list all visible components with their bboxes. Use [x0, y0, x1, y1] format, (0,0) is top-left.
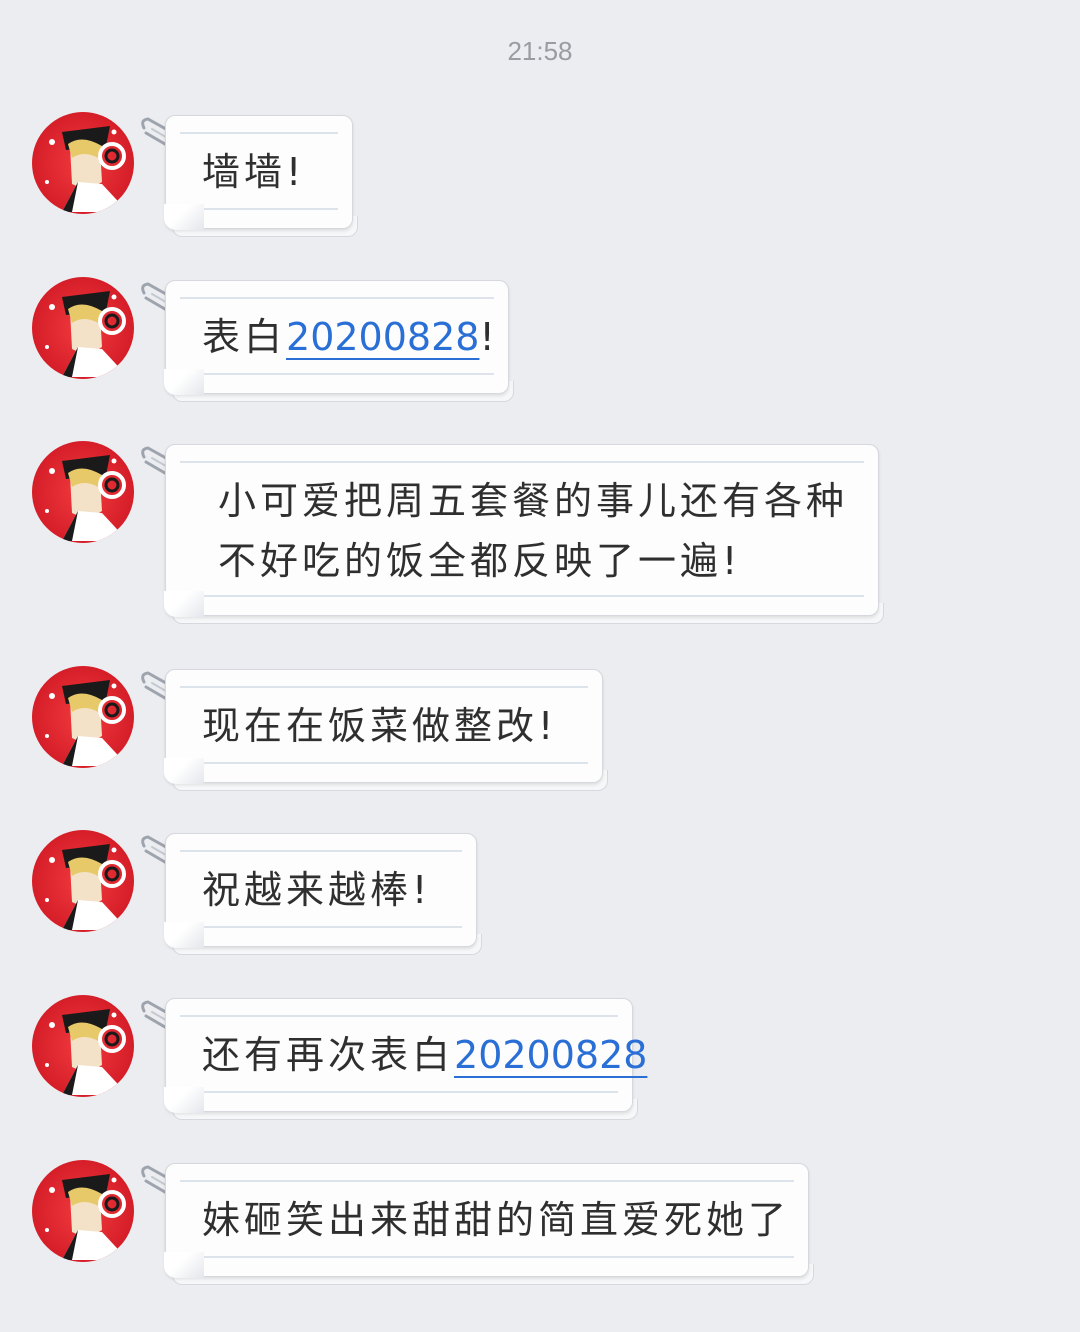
date-link[interactable]: 20200828	[454, 1033, 647, 1077]
avatar[interactable]	[32, 441, 134, 543]
avatar[interactable]	[32, 830, 134, 932]
avatar[interactable]	[32, 666, 134, 768]
avatar[interactable]	[32, 995, 134, 1097]
avatar[interactable]	[32, 112, 134, 214]
message-text: 现在在饭菜做整改!	[202, 704, 558, 748]
message-text: 表白20200828!	[202, 307, 499, 367]
message-line: 不好吃的饭全都反映了一遍!	[218, 539, 742, 583]
message-text: 墙墙!	[202, 150, 306, 194]
message-bubble[interactable]: 小可爱把周五套餐的事儿还有各种 不好吃的饭全都反映了一遍!	[164, 444, 884, 624]
message-timestamp: 21:58	[507, 36, 573, 66]
avatar[interactable]	[32, 277, 134, 379]
message-text-part: 还有再次表白	[202, 1033, 455, 1077]
message-line: 小可爱把周五套餐的事儿还有各种	[218, 479, 849, 523]
message-bubble[interactable]: 妹砸笑出来甜甜的简直爱死她了	[164, 1163, 814, 1285]
message-text-suffix: !	[479, 315, 499, 359]
message-bubble[interactable]: 表白20200828!	[164, 280, 514, 402]
message-text: 祝越来越棒!	[202, 868, 432, 912]
message-bubble[interactable]: 现在在饭菜做整改!	[164, 669, 608, 791]
message-bubble[interactable]: 祝越来越棒!	[164, 833, 482, 955]
message-text: 妹砸笑出来甜甜的简直爱死她了	[202, 1198, 791, 1242]
message-text-part: 表白	[202, 315, 287, 359]
avatar[interactable]	[32, 1160, 134, 1262]
message-text: 还有再次表白20200828	[202, 1025, 647, 1085]
date-link[interactable]: 20200828	[286, 315, 479, 359]
message-bubble[interactable]: 墙墙!	[164, 115, 358, 237]
message-text: 小可爱把周五套餐的事儿还有各种 不好吃的饭全都反映了一遍!	[218, 471, 848, 591]
message-bubble[interactable]: 还有再次表白20200828	[164, 998, 647, 1120]
